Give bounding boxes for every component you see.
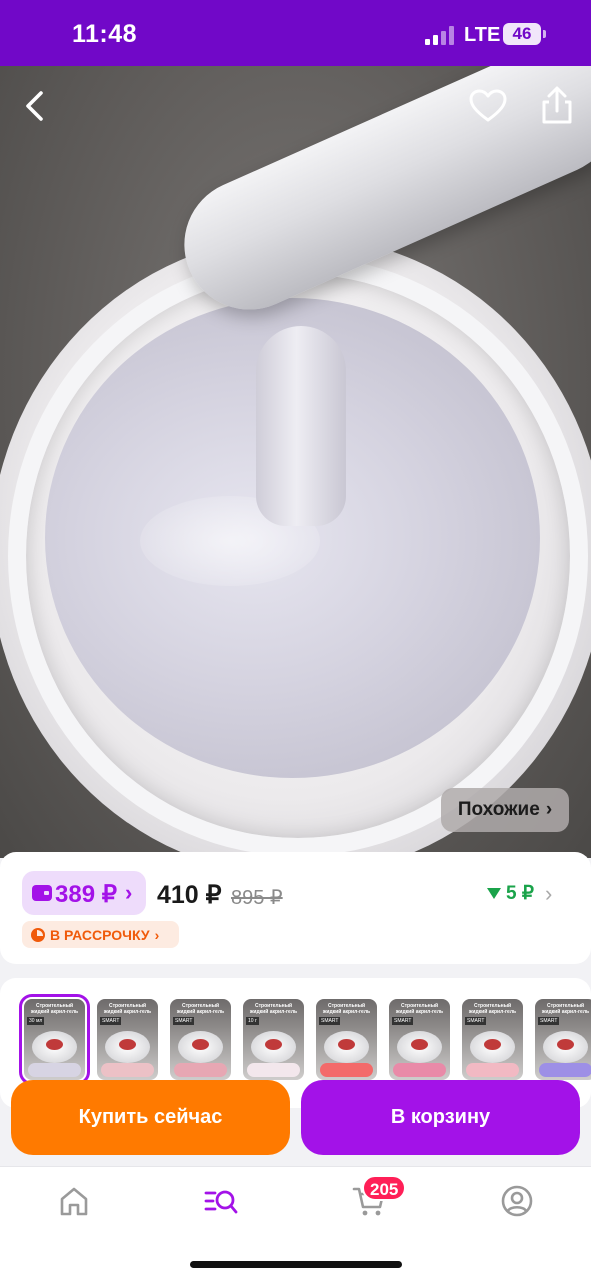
share-button[interactable] (535, 84, 579, 128)
variant-jar (32, 1031, 77, 1063)
share-icon (542, 86, 572, 124)
chevron-right-icon: › (125, 880, 133, 905)
similar-button[interactable]: Похожие › (441, 788, 569, 832)
variant-title: Строительный жидкий акрил-гель (395, 1003, 444, 1015)
variant-gel-sample (174, 1063, 227, 1077)
variant-jar (470, 1031, 515, 1063)
add-to-cart-button[interactable]: В корзину (301, 1080, 580, 1155)
current-price: 410 ₽ (157, 881, 222, 909)
variant-jar (105, 1031, 150, 1063)
wallet-icon (32, 885, 52, 901)
installment-label: В РАССРОЧКУ (50, 926, 150, 943)
status-time: 11:48 (72, 20, 138, 48)
variant-title: Строительный жидкий акрил-гель (176, 1003, 225, 1015)
variant-tag: SMART (319, 1017, 341, 1025)
installment-icon (31, 927, 45, 942)
back-button[interactable] (13, 84, 57, 128)
variant-tag: SMART (173, 1017, 195, 1025)
variant-thumbnail[interactable]: Строительный жидкий акрил-гель SMART (316, 999, 377, 1080)
variant-gel-sample (539, 1063, 591, 1077)
variant-gel-sample (28, 1063, 81, 1077)
variant-title: Строительный жидкий акрил-гель (468, 1003, 517, 1015)
variant-tag: 30 мл (27, 1017, 45, 1025)
chevron-right-icon[interactable]: › (545, 881, 552, 907)
tab-catalog[interactable] (203, 1183, 239, 1219)
buy-now-button[interactable]: Купить сейчас (11, 1080, 290, 1155)
similar-label: Похожие (457, 799, 540, 820)
chevron-right-icon: › (154, 926, 160, 943)
status-bar: 11:48 LTE 46 (0, 0, 591, 66)
variant-gel-sample (320, 1063, 373, 1077)
tab-profile[interactable] (499, 1183, 535, 1219)
chevron-left-icon (26, 91, 43, 121)
old-price: 895 ₽ (231, 887, 283, 909)
variant-title: Строительный жидкий акрил-гель (249, 1003, 298, 1015)
variant-thumbnail[interactable]: Строительный жидкий акрил-гель SMART (389, 999, 450, 1080)
variant-tag: SMART (392, 1017, 414, 1025)
cart-badge: 205 (362, 1175, 407, 1201)
variant-gel-sample (466, 1063, 519, 1077)
variant-jar (178, 1031, 223, 1063)
home-indicator[interactable] (190, 1261, 402, 1268)
heart-icon (469, 89, 507, 122)
gel-drip (256, 326, 346, 526)
variant-jar (543, 1031, 588, 1063)
network-type: LTE (464, 24, 501, 46)
bonus-arrow-icon (487, 888, 501, 899)
variant-jar (251, 1031, 296, 1063)
catalog-search-icon (204, 1190, 238, 1214)
tab-home[interactable] (56, 1183, 92, 1219)
wallet-price: 389 ₽ (55, 881, 117, 908)
product-image[interactable]: Похожие › (0, 66, 591, 858)
variant-tag: 10 г (246, 1017, 259, 1025)
variant-gel-sample (393, 1063, 446, 1077)
variant-thumbnail[interactable]: Строительный жидкий акрил-гель SMART (462, 999, 523, 1080)
variant-thumbnail[interactable]: Строительный жидкий акрил-гель SMART (97, 999, 158, 1080)
favorite-button[interactable] (466, 84, 510, 128)
variant-tag: SMART (100, 1017, 122, 1025)
signal-icon (425, 25, 455, 45)
variant-tag: SMART (465, 1017, 487, 1025)
variant-jar (397, 1031, 442, 1063)
price-card: 389 ₽ › 410 ₽ 895 ₽ 5 ₽ › В РАССРОЧКУ › (0, 852, 591, 964)
variant-tag: SMART (538, 1017, 560, 1025)
wallet-price-button[interactable]: 389 ₽ › (22, 871, 146, 915)
home-icon (60, 1187, 88, 1216)
chevron-right-icon: › (545, 799, 553, 820)
battery-icon: 46 (503, 23, 541, 45)
installment-badge[interactable]: В РАССРОЧКУ › (22, 921, 179, 948)
battery-tip (543, 30, 546, 38)
variant-gel-sample (247, 1063, 300, 1077)
variant-thumbnail[interactable]: Строительный жидкий акрил-гель 30 мл (19, 994, 90, 1085)
bonus-points[interactable]: 5 ₽ (487, 882, 534, 905)
battery-level: 46 (512, 24, 532, 43)
variant-title: Строительный жидкий акрил-гель (30, 1003, 79, 1015)
variant-gel-sample (101, 1063, 154, 1077)
variant-title: Строительный жидкий акрил-гель (541, 1003, 590, 1015)
variant-jar (324, 1031, 369, 1063)
profile-icon (501, 1185, 533, 1217)
variant-thumbnail[interactable]: Строительный жидкий акрил-гель 10 г (243, 999, 304, 1080)
variant-title: Строительный жидкий акрил-гель (322, 1003, 371, 1015)
bonus-amount: 5 ₽ (506, 883, 534, 904)
variant-title: Строительный жидкий акрил-гель (103, 1003, 152, 1015)
variant-thumbnail[interactable]: Строительный жидкий акрил-гель SMART (535, 999, 591, 1080)
variant-thumbnail[interactable]: Строительный жидкий акрил-гель SMART (170, 999, 231, 1080)
